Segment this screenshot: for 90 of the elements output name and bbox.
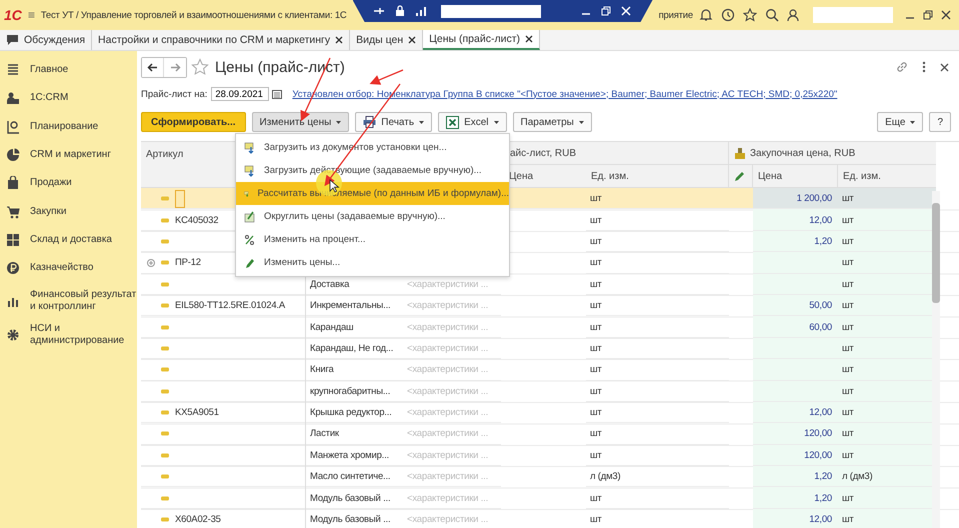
table-cell: 120,00 bbox=[753, 444, 838, 466]
table-cell: 1,20 bbox=[753, 230, 838, 252]
open-tab[interactable]: Обсуждения bbox=[0, 30, 92, 50]
table-cell: Доставка bbox=[306, 274, 403, 295]
sidebar-item[interactable]: Финансовый результат и контроллинг bbox=[30, 289, 137, 314]
sidebar-item[interactable]: 1С:CRM bbox=[30, 92, 68, 104]
menu-item[interactable]: Изменить цены... bbox=[236, 251, 509, 274]
table-cell: <характеристики ... bbox=[403, 423, 501, 445]
app-logo: 1С bbox=[4, 7, 22, 23]
menu-item[interactable]: Рассчитать вычисляемые (по данным ИБ и формулам)... bbox=[236, 182, 509, 205]
group-title: Закупочная цена, RUB bbox=[750, 148, 856, 158]
menu-item[interactable]: Округлить цены (задаваемые вручную)... bbox=[236, 205, 509, 228]
table-cell: <характеристики ... bbox=[403, 402, 501, 424]
sidebar-item[interactable]: Продажи bbox=[30, 177, 72, 190]
toolbar-button[interactable]: Печать bbox=[355, 112, 432, 132]
table-cell: 120,00 bbox=[753, 423, 838, 445]
sidebar-item[interactable]: CRM и маркетинг bbox=[30, 149, 111, 162]
article-code: EIL580-TT12.5RE.01024.A bbox=[175, 300, 285, 312]
article-code: ПР-12 bbox=[175, 257, 201, 268]
table-cell: Манжета хромир... bbox=[306, 444, 403, 466]
table-cell: <характеристики ... bbox=[403, 487, 501, 509]
toolbar-button[interactable]: Сформировать... bbox=[141, 112, 246, 132]
table-cell: <характеристики ... bbox=[403, 274, 501, 295]
toolbar-button[interactable]: Параметры bbox=[512, 112, 592, 132]
table-cell: 1,20 bbox=[753, 466, 838, 488]
window-title: приятие bbox=[658, 10, 693, 20]
table-cell: шт bbox=[586, 294, 729, 316]
toolbar-button[interactable]: Excel bbox=[438, 112, 507, 132]
table-cell: Крышка редуктор... bbox=[306, 402, 403, 424]
table-cell: шт bbox=[586, 274, 729, 295]
table-cell: Книга bbox=[306, 359, 403, 381]
column-header[interactable]: Ед. изм. bbox=[586, 165, 729, 188]
sidebar-item[interactable]: Главное bbox=[30, 64, 68, 76]
sidebar-item[interactable]: Закупки bbox=[30, 206, 66, 218]
open-tab[interactable]: Цены (прайс-лист) bbox=[423, 30, 540, 50]
table-cell: 12,00 bbox=[753, 508, 838, 528]
table-cell: Ластик bbox=[306, 423, 403, 445]
table-cell: шт bbox=[586, 230, 729, 252]
table-cell: Модуль базовый ... bbox=[306, 508, 403, 528]
table-cell: <характеристики ... bbox=[403, 294, 501, 316]
table-cell: шт bbox=[586, 508, 729, 528]
column-header[interactable]: Цена bbox=[753, 165, 838, 188]
sidebar-item[interactable]: Казначейство bbox=[30, 262, 94, 274]
table-cell: шт bbox=[838, 188, 936, 210]
table-cell: крупногабаритны... bbox=[306, 380, 403, 402]
date-field[interactable]: 28.09.2021 bbox=[211, 87, 270, 101]
table-cell: шт bbox=[586, 444, 729, 466]
article-code: X60A02-35 bbox=[175, 514, 221, 526]
sidebar-item[interactable]: Планирование bbox=[30, 120, 98, 133]
menu-item[interactable]: Изменить на процент... bbox=[236, 228, 509, 251]
table-cell: <характеристики ... bbox=[403, 316, 501, 338]
table-cell: л (дм3) bbox=[586, 466, 729, 488]
date-label: Прайс-лист на: bbox=[141, 88, 208, 100]
table-cell: шт bbox=[586, 487, 729, 509]
toolbar-button[interactable]: Еще bbox=[877, 112, 924, 132]
table-cell: 12,00 bbox=[753, 209, 838, 231]
table-cell: 60,00 bbox=[753, 316, 838, 338]
table-cell: <характеристики ... bbox=[403, 380, 501, 402]
table-cell: Карандаш bbox=[306, 316, 403, 338]
article-code: KX5A9051 bbox=[175, 407, 219, 418]
table-cell: Модуль базовый ... bbox=[306, 487, 403, 509]
table-cell: шт bbox=[586, 380, 729, 402]
sidebar-item[interactable]: НСИ и администрирование bbox=[30, 322, 137, 347]
table-cell: <характеристики ... bbox=[403, 508, 501, 528]
table-cell: 50,00 bbox=[753, 294, 838, 316]
table-cell: шт bbox=[586, 252, 729, 274]
table-cell: шт bbox=[586, 338, 729, 360]
table-cell: <характеристики ... bbox=[403, 444, 501, 466]
toolbar-button[interactable]: ? bbox=[929, 112, 951, 132]
table-cell: <характеристики ... bbox=[403, 466, 501, 488]
table-cell: шт bbox=[586, 359, 729, 381]
table-cell: шт bbox=[586, 188, 729, 210]
toolbar-button[interactable]: Изменить цены bbox=[252, 112, 350, 132]
window-title: Тест УТ / Управление торговлей и взаимоотношениями с клиентами: 1С bbox=[40, 10, 347, 20]
table-cell: шт bbox=[586, 209, 729, 231]
sidebar-item[interactable]: Склад и доставка bbox=[30, 234, 112, 246]
table-cell: <характеристики ... bbox=[403, 359, 501, 381]
open-tab[interactable]: Настройки и справочники по CRM и маркетингу bbox=[92, 30, 350, 50]
table-cell: шт bbox=[586, 423, 729, 445]
table-cell: Масло синтетиче... bbox=[306, 466, 403, 488]
table-cell: шт bbox=[586, 402, 729, 424]
table-cell: Инкрементальны... bbox=[306, 294, 403, 316]
table-cell: 1,20 bbox=[753, 487, 838, 509]
table-cell: шт bbox=[586, 316, 729, 338]
table-cell: <характеристики ... bbox=[403, 338, 501, 360]
column-header[interactable]: Ед. изм. bbox=[838, 165, 936, 188]
table-cell: Карандаш, Не год... bbox=[306, 338, 403, 360]
article-code: KC405032 bbox=[175, 214, 218, 226]
table-cell: 12,00 bbox=[753, 402, 838, 424]
table-cell: 1 200,00 bbox=[753, 188, 838, 210]
